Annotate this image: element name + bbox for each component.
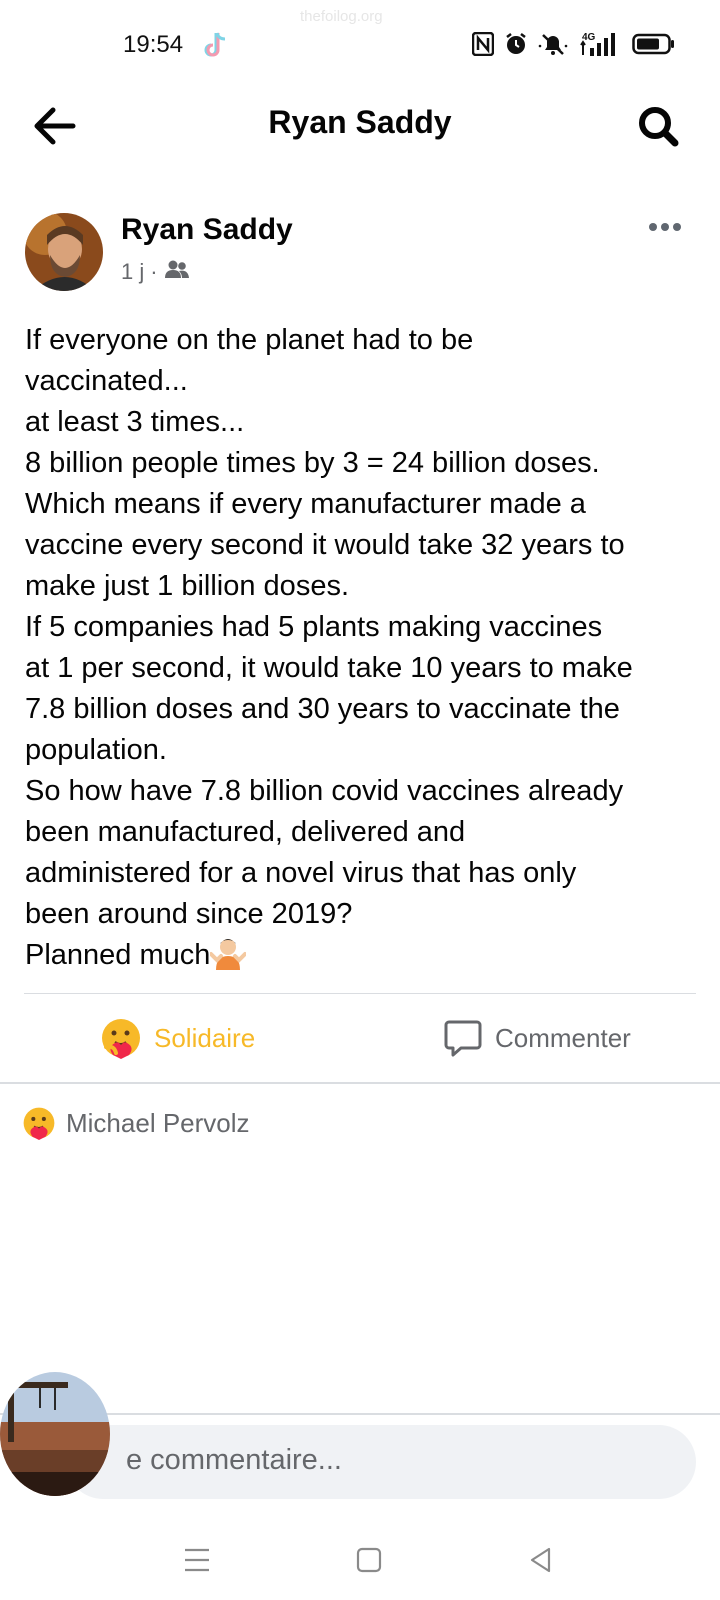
system-back-button[interactable] xyxy=(516,1540,566,1580)
post-line: been manufactured, delivered and xyxy=(25,816,466,848)
comment-label: Commenter xyxy=(495,1022,631,1053)
triangle-back-icon xyxy=(530,1547,551,1573)
tiktok-icon xyxy=(203,30,229,60)
dot xyxy=(649,223,657,231)
post-line: been around since 2019? xyxy=(25,898,353,930)
mute-icon xyxy=(538,32,568,56)
care-emoji-icon xyxy=(102,1019,140,1059)
search-icon xyxy=(639,107,679,147)
friends-icon[interactable] xyxy=(164,259,190,285)
post-line: population. xyxy=(25,734,167,766)
post-line: at 1 per second, it would take 10 years … xyxy=(25,652,633,684)
post-line: If 5 companies had 5 plants making vacci… xyxy=(25,611,603,643)
shrug-emoji-icon xyxy=(209,936,248,970)
app-header: Ryan Saddy xyxy=(0,92,720,158)
video-thumbnail-image xyxy=(0,1372,110,1496)
divider xyxy=(0,1413,720,1415)
post-line: 8 billion people times by 3 = 24 billion… xyxy=(25,447,600,479)
square-icon xyxy=(356,1547,382,1573)
post-line: 7.8 billion doses and 30 years to vaccin… xyxy=(25,693,620,725)
post-line: make just 1 billion doses. xyxy=(25,570,349,602)
home-button[interactable] xyxy=(344,1540,394,1580)
dot xyxy=(661,223,669,231)
comment-bubble-icon xyxy=(444,1020,482,1057)
divider xyxy=(0,1082,720,1084)
care-emoji-icon xyxy=(23,1107,55,1140)
post-time[interactable]: 1 j xyxy=(121,259,144,285)
author-avatar[interactable] xyxy=(25,213,103,291)
post-line: If everyone on the planet had to be xyxy=(25,324,474,356)
reactions-summary[interactable]: Michael Pervolz xyxy=(22,1106,250,1140)
status-bar: 19:54 thefoilog.org 4G xyxy=(0,0,720,92)
post-line: So how have 7.8 billion covid vaccines a… xyxy=(25,775,624,807)
post-line: vaccine every second it would take 32 ye… xyxy=(25,529,625,561)
floating-video-thumbnail[interactable] xyxy=(0,1372,110,1496)
post-meta: 1 j · xyxy=(121,259,190,285)
avatar-photo xyxy=(25,213,103,291)
comment-input-placeholder: e commentaire... xyxy=(126,1444,342,1476)
nfc-icon xyxy=(472,32,494,56)
meta-separator: · xyxy=(150,259,158,284)
post-line: vaccinated... xyxy=(25,365,188,397)
search-button[interactable] xyxy=(632,100,684,152)
svg-text:4G: 4G xyxy=(582,32,596,43)
divider xyxy=(24,993,696,994)
battery-icon xyxy=(632,33,676,55)
reactor-name: Michael Pervolz xyxy=(66,1107,250,1138)
dot xyxy=(673,223,681,231)
post-line: at least 3 times... xyxy=(25,406,245,438)
status-time: 19:54 xyxy=(123,31,184,58)
watermark-text: thefoilog.org xyxy=(300,8,383,25)
post-line: Which means if every manufacturer made a xyxy=(25,488,586,520)
system-nav-bar xyxy=(0,1530,720,1600)
post-line-last: Planned much xyxy=(25,935,705,976)
signal-icon: 4G xyxy=(578,31,622,57)
comment-button[interactable]: Commenter xyxy=(443,1015,631,1061)
care-reaction-button[interactable]: Solidaire xyxy=(100,1015,255,1061)
status-icons: 4G xyxy=(472,30,676,58)
page-title: Ryan Saddy xyxy=(268,104,452,140)
post-last-text: Planned much xyxy=(25,939,211,971)
more-options-button[interactable] xyxy=(640,212,690,242)
post-line: administered for a novel virus that has … xyxy=(25,857,577,889)
post-text: If everyone on the planet had to be vacc… xyxy=(25,320,705,976)
author-name[interactable]: Ryan Saddy xyxy=(121,213,293,247)
recent-apps-button[interactable] xyxy=(172,1540,222,1580)
care-reaction-label: Solidaire xyxy=(154,1022,256,1053)
alarm-icon xyxy=(504,32,528,56)
menu-icon xyxy=(185,1548,209,1572)
